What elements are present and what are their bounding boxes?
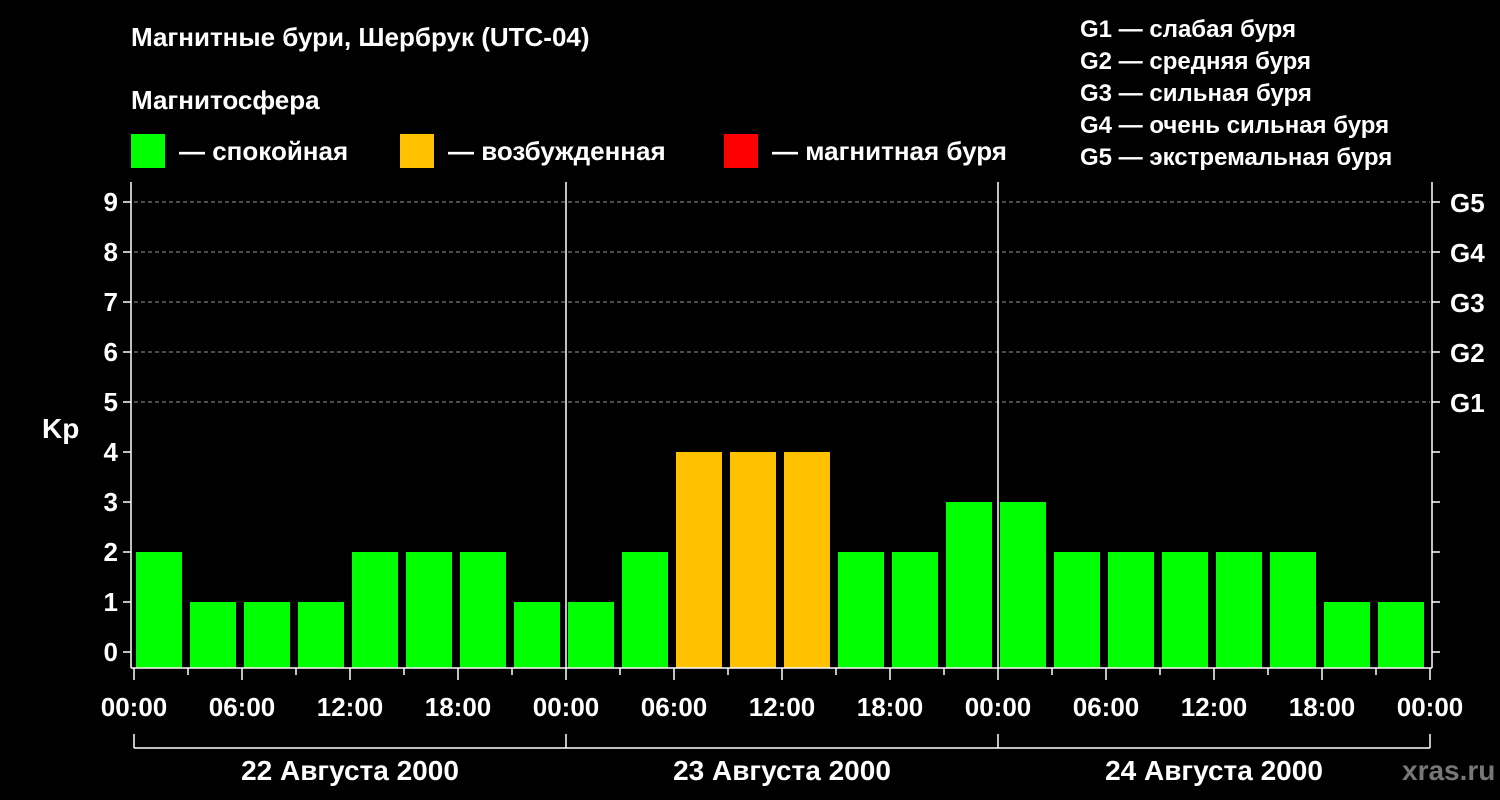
day-label: 24 Августа 2000 xyxy=(1105,755,1323,786)
kp-bar xyxy=(892,552,938,668)
day-label: 22 Августа 2000 xyxy=(241,755,459,786)
kp-bar xyxy=(136,552,182,668)
y-tick-label: 8 xyxy=(104,237,118,267)
watermark: xras.ru xyxy=(1402,755,1496,786)
kp-bar xyxy=(514,602,560,668)
kp-bar xyxy=(460,552,506,668)
kp-bar xyxy=(298,602,344,668)
g-scale-label: G1 xyxy=(1450,388,1485,418)
kp-bar xyxy=(244,602,290,668)
kp-bar xyxy=(352,552,398,668)
kp-bar xyxy=(1000,502,1046,668)
y-tick-label: 0 xyxy=(104,637,118,667)
kp-bar xyxy=(1216,552,1262,668)
x-tick-label: 00:00 xyxy=(965,692,1032,722)
day-label: 23 Августа 2000 xyxy=(673,755,891,786)
kp-bar xyxy=(946,502,992,668)
kp-bar xyxy=(784,452,830,668)
y-tick-label: 6 xyxy=(104,337,118,367)
g-scale-label: G3 xyxy=(1450,288,1485,318)
x-tick-label: 06:00 xyxy=(209,692,276,722)
kp-bar xyxy=(190,602,236,668)
x-tick-label: 06:00 xyxy=(641,692,708,722)
kp-bar xyxy=(676,452,722,668)
x-tick-label: 18:00 xyxy=(1289,692,1356,722)
x-tick-label: 18:00 xyxy=(425,692,492,722)
y-tick-label: 9 xyxy=(104,187,118,217)
y-tick-label: 7 xyxy=(104,287,118,317)
g-scale-label: G2 xyxy=(1450,338,1485,368)
x-tick-label: 00:00 xyxy=(101,692,168,722)
kp-bar xyxy=(1162,552,1208,668)
kp-bar xyxy=(730,452,776,668)
g-scale-label: G5 xyxy=(1450,188,1485,218)
x-tick-label: 12:00 xyxy=(1181,692,1248,722)
x-tick-label: 12:00 xyxy=(317,692,384,722)
x-tick-label: 18:00 xyxy=(857,692,924,722)
g-scale-label: G4 xyxy=(1450,238,1485,268)
kp-bar xyxy=(1270,552,1316,668)
x-tick-label: 00:00 xyxy=(1397,692,1464,722)
kp-bar xyxy=(838,552,884,668)
kp-bar xyxy=(1324,602,1370,668)
kp-bar xyxy=(622,552,668,668)
y-tick-label: 5 xyxy=(104,387,118,417)
kp-bar xyxy=(1378,602,1424,668)
y-tick-label: 2 xyxy=(104,537,118,567)
x-tick-label: 00:00 xyxy=(533,692,600,722)
x-tick-label: 06:00 xyxy=(1073,692,1140,722)
kp-bar xyxy=(1054,552,1100,668)
x-tick-label: 12:00 xyxy=(749,692,816,722)
kp-bar xyxy=(406,552,452,668)
y-tick-label: 3 xyxy=(104,487,118,517)
y-tick-label: 4 xyxy=(104,437,119,467)
kp-bar-chart: 0 1 2 3 4 5 6 7 8 9 G1 G2 G3 G4 G5 Kp 00:00 06:00 12:00 18:… xyxy=(42,182,1485,786)
kp-bar xyxy=(1108,552,1154,668)
y-tick-label: 1 xyxy=(104,587,118,617)
y-axis-label: Kp xyxy=(42,413,79,444)
kp-bar xyxy=(568,602,614,668)
